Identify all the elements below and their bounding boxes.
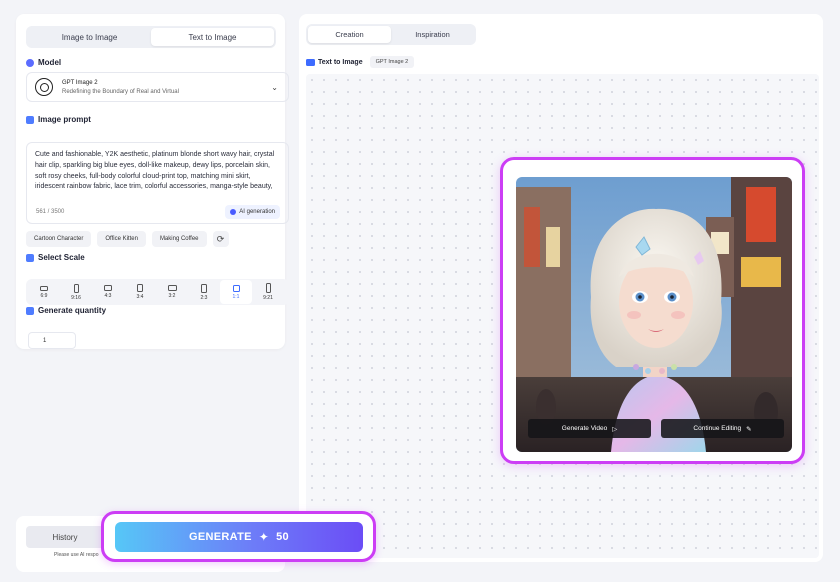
scale-option[interactable]: 3:4	[124, 280, 156, 304]
sparkle-icon: ✦	[258, 530, 270, 544]
result-mode-label: Text to Image	[306, 58, 363, 66]
chevron-down-icon: ⌄	[271, 83, 278, 92]
mode-tabs: Image to Image Text to Image	[26, 26, 276, 48]
ratio-icon	[265, 283, 271, 293]
generate-cost: 50	[276, 531, 289, 543]
generate-highlight: GENERATE ✦ 50	[101, 511, 376, 562]
settings-panel: Image to Image Text to Image Model GPT I…	[16, 14, 289, 349]
ratio-icon	[232, 284, 240, 292]
scale-option[interactable]: 9:21	[252, 280, 284, 304]
quantity-input[interactable]: 1	[28, 332, 76, 349]
model-section-label: Model	[26, 58, 61, 67]
prompt-textarea[interactable]: Cute and fashionable, Y2K aesthetic, pla…	[26, 142, 289, 224]
result-header: Text to Image GPT Image 2	[306, 56, 415, 68]
prompt-section-label: Image prompt	[26, 115, 91, 124]
edit-icon	[26, 115, 34, 124]
ratio-icon	[167, 285, 177, 291]
play-icon: ▷	[612, 425, 618, 433]
scale-option[interactable]: 2:3	[188, 280, 220, 304]
scale-option[interactable]: 9:16	[60, 280, 92, 304]
openai-logo-icon	[35, 78, 53, 96]
scale-icon	[26, 253, 34, 262]
suggestion-chip[interactable]: Cartoon Character	[26, 231, 92, 247]
scale-option[interactable]: 4:3	[92, 280, 124, 304]
generated-image[interactable]: Generate Video ▷ Continue Editing ✎	[516, 177, 792, 452]
model-dropdown[interactable]: GPT Image 2 Redefining the Boundary of R…	[26, 72, 289, 102]
disclaimer-text: Please use AI respo	[54, 552, 99, 558]
suggestion-chip[interactable]: Making Coffee	[151, 231, 207, 247]
continue-editing-button[interactable]: Continue Editing ✎	[661, 419, 784, 438]
scale-selector: 6:9 9:16 4:3 3:4 3:2 2:3 1:1 9:21	[26, 279, 289, 305]
ratio-icon	[40, 285, 48, 291]
video-icon	[306, 58, 315, 66]
scale-option[interactable]: 6:9	[28, 280, 60, 304]
ratio-icon	[73, 283, 79, 293]
ratio-icon	[137, 284, 143, 292]
generated-image-card: Generate Video ▷ Continue Editing ✎	[500, 157, 805, 464]
suggestion-chip[interactable]: Office Kitten	[97, 231, 146, 247]
quantity-icon	[26, 306, 34, 315]
ai-generation-button[interactable]: AI generation	[225, 205, 280, 219]
tab-text-to-image[interactable]: Text to Image	[151, 28, 274, 46]
prompt-suggestions: Cartoon Character Office Kitten Making C…	[26, 231, 229, 247]
scale-option-selected[interactable]: 1:1	[220, 280, 252, 304]
view-tabs: Creation Inspiration	[306, 24, 476, 45]
model-tag: GPT Image 2	[369, 56, 415, 68]
scale-section-label: Select Scale	[26, 253, 85, 262]
ratio-icon	[104, 285, 112, 291]
prompt-text[interactable]: Cute and fashionable, Y2K aesthetic, pla…	[35, 150, 280, 194]
ratio-icon	[201, 283, 207, 293]
tab-image-to-image[interactable]: Image to Image	[28, 28, 151, 46]
refresh-icon[interactable]: ⟳	[212, 231, 229, 247]
model-icon	[26, 58, 34, 67]
model-description: Redefining the Boundary of Real and Virt…	[62, 88, 179, 95]
tab-inspiration[interactable]: Inspiration	[391, 26, 474, 43]
edit-document-icon: ✎	[746, 425, 752, 433]
history-button[interactable]: History	[26, 526, 104, 548]
generate-video-button[interactable]: Generate Video ▷	[528, 419, 651, 438]
quantity-section-label: Generate quantity	[26, 306, 106, 315]
generated-image-art	[516, 177, 792, 452]
tab-creation[interactable]: Creation	[308, 26, 391, 43]
prompt-char-count: 561 / 3500	[36, 209, 65, 215]
model-name: GPT Image 2	[62, 79, 98, 86]
generate-button[interactable]: GENERATE ✦ 50	[115, 522, 363, 552]
scale-option[interactable]: 3:2	[156, 280, 188, 304]
ai-icon	[230, 209, 237, 215]
